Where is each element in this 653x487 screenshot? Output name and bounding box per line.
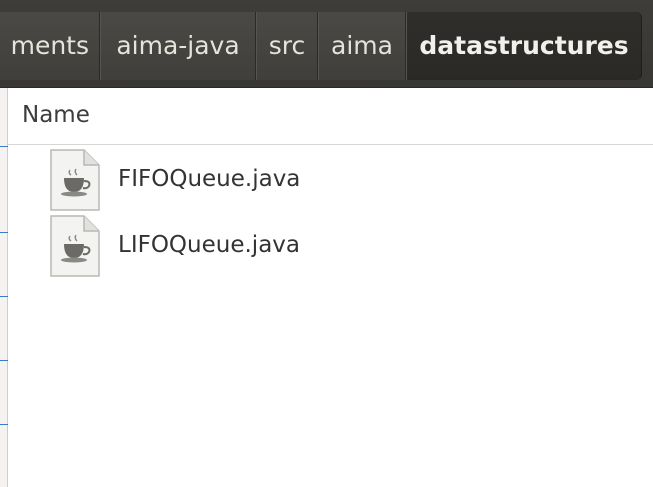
file-row[interactable]: LIFOQueue.java <box>8 214 653 278</box>
file-row[interactable]: FIFOQueue.java <box>8 148 653 212</box>
sidebar-divider <box>0 360 8 361</box>
breadcrumb: ments aima-java src aima datastructures <box>0 0 653 88</box>
sidebar-edge <box>0 88 8 487</box>
column-header-label: Name <box>22 102 90 128</box>
breadcrumb-item-label: ments <box>10 31 89 60</box>
breadcrumb-item-src[interactable]: src <box>256 12 318 80</box>
file-name: FIFOQueue.java <box>118 166 301 192</box>
column-header-name[interactable]: Name <box>8 88 653 145</box>
sidebar-divider <box>0 424 8 425</box>
breadcrumb-item-label: aima <box>331 31 393 60</box>
breadcrumb-item-aima-java[interactable]: aima-java <box>100 12 256 80</box>
file-list: Name FIFOQueue.java LIFOQueue.java <box>8 88 653 487</box>
file-name: LIFOQueue.java <box>118 232 300 258</box>
breadcrumb-item-ments[interactable]: ments <box>0 12 100 80</box>
breadcrumb-item-label: datastructures <box>419 31 629 60</box>
sidebar-divider <box>0 232 8 233</box>
breadcrumb-item-label: aima-java <box>116 31 240 60</box>
java-file-icon <box>50 148 100 212</box>
sidebar-divider <box>0 146 8 147</box>
breadcrumb-item-datastructures[interactable]: datastructures <box>406 12 642 80</box>
sidebar-divider <box>0 296 8 297</box>
java-file-icon <box>50 214 100 278</box>
breadcrumb-item-aima[interactable]: aima <box>318 12 406 80</box>
breadcrumb-item-label: src <box>268 31 306 60</box>
